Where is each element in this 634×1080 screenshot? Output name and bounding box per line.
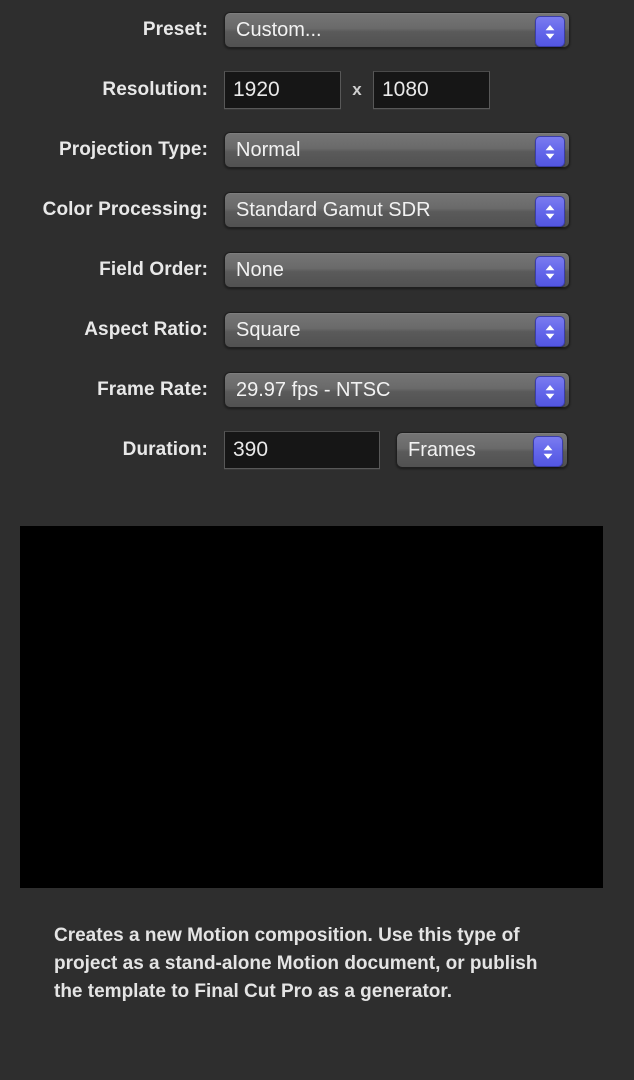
description-text: Creates a new Motion composition. Use th… bbox=[54, 925, 538, 1002]
row-projection-type: Projection Type: Normal bbox=[0, 120, 634, 180]
resolution-height-field[interactable]: 1080 bbox=[373, 71, 490, 109]
resolution-width-value: 1920 bbox=[233, 78, 280, 101]
control-frame-rate: 29.97 fps - NTSC bbox=[224, 372, 570, 408]
projection-type-popup-button[interactable]: Normal bbox=[224, 132, 570, 168]
duration-field[interactable]: 390 bbox=[224, 431, 380, 469]
color-processing-popup-value: Standard Gamut SDR bbox=[236, 198, 431, 221]
row-duration: Duration: 390 Frames bbox=[0, 420, 634, 480]
preview-thumbnail bbox=[20, 526, 603, 888]
projection-type-popup-value: Normal bbox=[236, 138, 301, 161]
label-frame-rate: Frame Rate: bbox=[97, 379, 208, 400]
row-frame-rate: Frame Rate: 29.97 fps - NTSC bbox=[0, 360, 634, 420]
frame-rate-popup-button[interactable]: 29.97 fps - NTSC bbox=[224, 372, 570, 408]
aspect-ratio-popup-value: Square bbox=[236, 318, 301, 341]
field-order-popup-value: None bbox=[236, 258, 284, 281]
label-duration: Duration: bbox=[122, 439, 208, 460]
resolution-height-value: 1080 bbox=[382, 78, 429, 101]
control-resolution: 1920 x 1080 bbox=[224, 71, 490, 109]
chevron-up-down-icon[interactable] bbox=[535, 196, 565, 227]
control-aspect-ratio: Square bbox=[224, 312, 570, 348]
row-aspect-ratio: Aspect Ratio: Square bbox=[0, 300, 634, 360]
chevron-up-down-icon[interactable] bbox=[535, 16, 565, 47]
label-resolution: Resolution: bbox=[102, 79, 208, 100]
field-order-popup-button[interactable]: None bbox=[224, 252, 570, 288]
control-duration: 390 Frames bbox=[224, 431, 568, 469]
row-resolution: Resolution: 1920 x 1080 bbox=[0, 60, 634, 120]
control-color-processing: Standard Gamut SDR bbox=[224, 192, 570, 228]
frame-rate-popup-value: 29.97 fps - NTSC bbox=[236, 378, 391, 401]
control-field-order: None bbox=[224, 252, 570, 288]
duration-unit-popup-button[interactable]: Frames bbox=[396, 432, 568, 468]
label-field-order: Field Order: bbox=[99, 259, 208, 280]
chevron-up-down-icon[interactable] bbox=[533, 436, 563, 467]
duration-value: 390 bbox=[233, 438, 269, 461]
resolution-separator: x bbox=[352, 80, 362, 99]
control-projection-type: Normal bbox=[224, 132, 570, 168]
label-preset: Preset: bbox=[142, 19, 208, 40]
label-projection-type: Projection Type: bbox=[58, 139, 208, 160]
preset-popup-button[interactable]: Custom... bbox=[224, 12, 570, 48]
preset-popup-value: Custom... bbox=[236, 18, 322, 41]
label-aspect-ratio: Aspect Ratio: bbox=[84, 319, 208, 340]
chevron-up-down-icon[interactable] bbox=[535, 256, 565, 287]
label-color-processing: Color Processing: bbox=[42, 199, 208, 220]
chevron-up-down-icon[interactable] bbox=[535, 316, 565, 347]
row-field-order: Field Order: None bbox=[0, 240, 634, 300]
color-processing-popup-button[interactable]: Standard Gamut SDR bbox=[224, 192, 570, 228]
chevron-up-down-icon[interactable] bbox=[535, 376, 565, 407]
project-settings-panel: Preset: Custom... Resolution: 1920 x 108… bbox=[0, 0, 634, 1080]
control-preset: Custom... bbox=[224, 12, 570, 48]
aspect-ratio-popup-button[interactable]: Square bbox=[224, 312, 570, 348]
row-preset: Preset: Custom... bbox=[0, 0, 634, 60]
row-color-processing: Color Processing: Standard Gamut SDR bbox=[0, 180, 634, 240]
settings-form: Preset: Custom... Resolution: 1920 x 108… bbox=[0, 0, 634, 480]
resolution-width-field[interactable]: 1920 bbox=[224, 71, 341, 109]
chevron-up-down-icon[interactable] bbox=[535, 136, 565, 167]
